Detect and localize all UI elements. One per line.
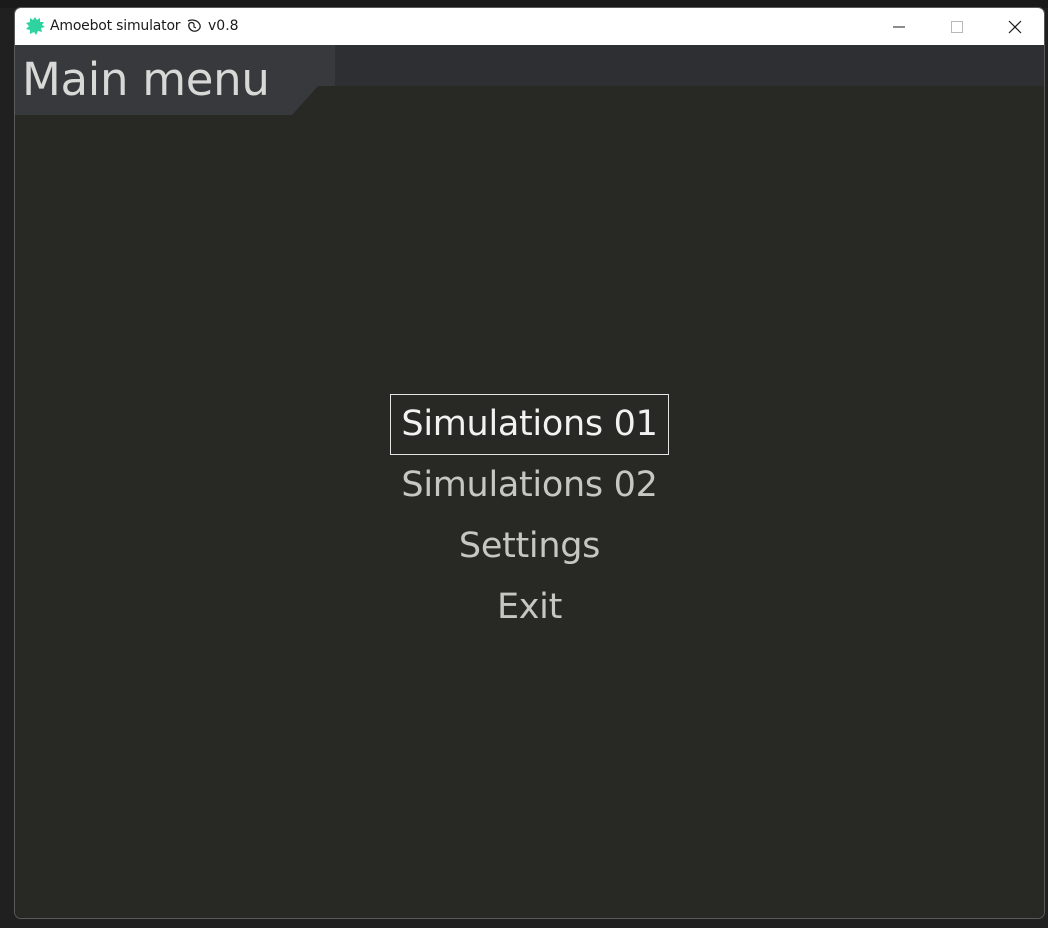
menu-item-simulations-01[interactable]: Simulations 01 [390,394,669,455]
minimize-button[interactable] [870,8,928,45]
window-title: Amoebot simulator [50,18,181,34]
window-version: v0.8 [208,18,239,34]
clock-leaf-icon [187,19,201,32]
page-title: Main menu [22,53,270,106]
minimize-icon [893,26,905,27]
amoeba-icon [26,17,45,35]
menu-item-settings[interactable]: Settings [449,516,610,577]
app-window: Amoebot simulator v0.8 Main menu Simulat… [14,7,1045,919]
close-button[interactable] [986,8,1044,45]
title-bar[interactable]: Amoebot simulator v0.8 [15,8,1044,45]
menu-item-simulations-02[interactable]: Simulations 02 [391,455,667,516]
close-icon [1008,20,1022,33]
maximize-icon [951,20,963,33]
maximize-button[interactable] [928,8,986,45]
menu-item-exit[interactable]: Exit [487,577,572,638]
main-menu: Simulations 01 Simulations 02 Settings E… [15,394,1044,638]
main-content: Main menu Simulations 01 Simulations 02 … [15,45,1044,918]
